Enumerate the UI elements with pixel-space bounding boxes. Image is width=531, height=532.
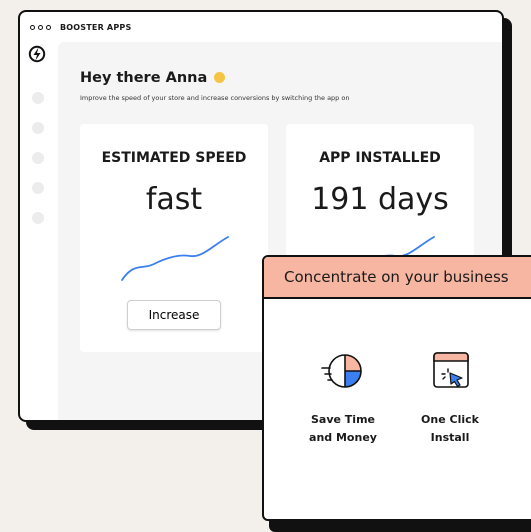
app-title: BOOSTER APPS [60, 22, 132, 32]
subtitle: Improve the speed of your store and incr… [80, 94, 350, 102]
feature-label-line: and Money [309, 431, 377, 444]
increase-button[interactable]: Increase [127, 300, 221, 330]
feature-label: Save Time and Money [293, 411, 393, 447]
window-control-dot[interactable] [30, 24, 35, 30]
greeting: Hey there Anna [80, 70, 226, 86]
smile-emoji-icon [214, 72, 226, 83]
sidebar-item[interactable] [32, 92, 44, 104]
sidebar-item[interactable] [32, 122, 44, 134]
sidebar-item[interactable] [32, 152, 44, 164]
greeting-text: Hey there Anna [80, 70, 208, 86]
feature-label-line: Install [430, 431, 470, 444]
feature-label: One Click Install [400, 411, 500, 447]
click-window-icon [433, 352, 469, 388]
feature-label-line: One Click [421, 413, 479, 426]
window-control-dot[interactable] [38, 24, 43, 30]
feature-popup: Concentrate on your business Save Time a… [262, 255, 531, 521]
feature-one-click: One Click Install [400, 347, 500, 447]
feature-save-time: Save Time and Money [293, 347, 393, 447]
sidebar [20, 42, 56, 420]
estimated-speed-card: ESTIMATED SPEED fast Increase [80, 124, 268, 352]
popup-header: Concentrate on your business [264, 257, 531, 299]
window-controls [30, 24, 51, 30]
title-bar: BOOSTER APPS [20, 12, 502, 42]
card-value: 191 days [311, 182, 449, 217]
feature-label-line: Save Time [310, 413, 375, 426]
booster-logo-icon[interactable] [28, 45, 46, 63]
speed-trend-line-icon [121, 236, 229, 281]
card-value: fast [145, 182, 203, 217]
card-title: ESTIMATED SPEED [101, 150, 247, 166]
sidebar-item[interactable] [32, 182, 44, 194]
clock-pie-icon [321, 354, 362, 388]
window-control-dot[interactable] [46, 24, 51, 30]
card-title: APP INSTALLED [319, 150, 441, 166]
sidebar-item[interactable] [32, 212, 44, 224]
